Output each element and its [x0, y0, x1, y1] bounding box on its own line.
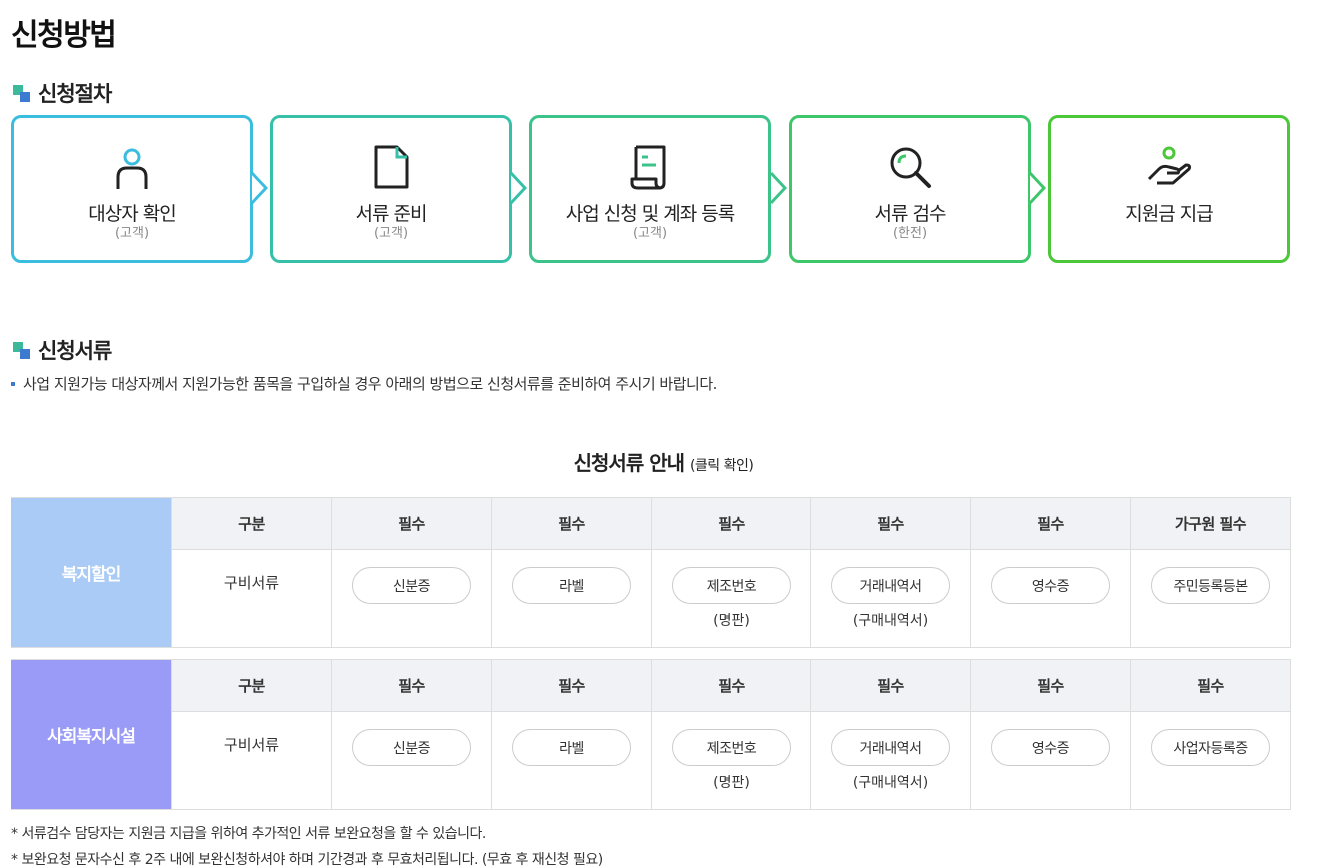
step-subsidy-payment: 지원금 지급 [1048, 115, 1290, 263]
header-cell: 필수 [810, 660, 970, 711]
step-target-check: 대상자 확인 (고객) [11, 115, 253, 263]
doc-sub-text: (명판) [713, 613, 750, 629]
step-actor: (한전) [892, 226, 928, 241]
magnifier-icon [890, 147, 931, 188]
section-title-procedure-label: 신청절차 [38, 82, 112, 106]
doc-cell: 영수증 [970, 712, 1130, 809]
table-body-row: 구비서류 신분증 라벨 제조번호 (명판) 거래내역서 (구매내역서) 영수증 … [171, 550, 1291, 647]
doc-cell: 신분증 [331, 550, 491, 647]
doc-button-id-card[interactable]: 신분증 [352, 567, 471, 604]
header-cell: 필수 [651, 498, 811, 549]
header-cell: 구분 [171, 660, 331, 711]
step-actor: (고객) [114, 226, 150, 241]
doc-cell: 신분증 [331, 712, 491, 809]
document-icon [374, 145, 409, 189]
header-cell: 필수 [810, 498, 970, 549]
step-document-prep: 서류 준비 (고객) [270, 115, 512, 263]
section-square-icon [13, 84, 30, 102]
doc-button-serial-number[interactable]: 제조번호 [672, 729, 791, 766]
doc-cell: 거래내역서 (구매내역서) [810, 550, 970, 647]
doc-cell: 거래내역서 (구매내역서) [810, 712, 970, 809]
doc-button-business-registration[interactable]: 사업자등록증 [1151, 729, 1270, 766]
doc-button-transaction[interactable]: 거래내역서 [831, 567, 950, 604]
header-cell: 필수 [651, 660, 811, 711]
doc-cell: 라벨 [491, 712, 651, 809]
description-text: 사업 지원가능 대상자께서 지원가능한 품목을 구입하실 경우 아래의 방법으로… [23, 375, 717, 393]
doc-button-transaction[interactable]: 거래내역서 [831, 729, 950, 766]
table-caption-main: 신청서류 안내 [573, 451, 685, 475]
doc-cell: 영수증 [970, 550, 1130, 647]
table-body-row: 구비서류 신분증 라벨 제조번호 (명판) 거래내역서 (구매내역서) 영수증 … [171, 712, 1291, 809]
step-actor: (고객) [632, 226, 668, 241]
table-category: 복지할인 [11, 498, 171, 647]
documents-table-social-facility: 사회복지시설 구분 필수 필수 필수 필수 필수 필수 구비서류 신분증 라벨 … [11, 659, 1291, 810]
table-category: 사회복지시설 [11, 660, 171, 809]
header-cell: 필수 [970, 660, 1130, 711]
doc-cell: 사업자등록증 [1130, 712, 1290, 809]
bullet-icon [11, 381, 15, 386]
step-document-review: 서류 검수 (한전) [789, 115, 1031, 263]
doc-button-id-card[interactable]: 신분증 [352, 729, 471, 766]
scroll-icon [630, 145, 666, 190]
doc-button-receipt[interactable]: 영수증 [991, 729, 1110, 766]
hand-coin-icon [1147, 146, 1192, 185]
header-cell: 필수 [970, 498, 1130, 549]
step-actor: (고객) [373, 226, 409, 241]
table-header-row: 구분 필수 필수 필수 필수 필수 가구원 필수 [171, 498, 1291, 550]
doc-sub-text: (명판) [713, 775, 750, 791]
documents-table-welfare: 복지할인 구분 필수 필수 필수 필수 필수 가구원 필수 구비서류 신분증 라… [11, 497, 1291, 648]
process-steps: 대상자 확인 (고객) 서류 준비 (고객) 사업 신청 및 계좌 등록 (고객… [11, 115, 1293, 263]
section-title-documents: 신청서류 [13, 335, 112, 365]
doc-button-receipt[interactable]: 영수증 [991, 567, 1110, 604]
row-label-cell: 구비서류 [171, 550, 331, 647]
step-arrow-icon [1028, 172, 1046, 204]
step-arrow-icon [250, 172, 268, 204]
doc-cell: 제조번호 (명판) [651, 550, 811, 647]
doc-sub-text: (구매내역서) [852, 775, 929, 791]
section-description: 사업 지원가능 대상자께서 지원가능한 품목을 구입하실 경우 아래의 방법으로… [11, 373, 717, 394]
person-icon [116, 148, 148, 189]
header-cell: 필수 [1130, 660, 1290, 711]
doc-cell: 라벨 [491, 550, 651, 647]
step-apply-register: 사업 신청 및 계좌 등록 (고객) [529, 115, 771, 263]
doc-button-label[interactable]: 라벨 [512, 729, 631, 766]
header-cell: 가구원 필수 [1130, 498, 1290, 549]
header-cell: 필수 [331, 498, 491, 549]
section-title-procedure: 신청절차 [13, 78, 112, 108]
doc-sub-text: (구매내역서) [852, 613, 929, 629]
table-caption-sub: (클릭 확인) [689, 458, 754, 474]
row-label: 구비서류 [223, 574, 280, 592]
section-title-documents-label: 신청서류 [38, 339, 112, 363]
note-text: * 서류검수 담당자는 지원금 지급을 위하여 추가적인 서류 보완요청을 할 … [11, 826, 486, 842]
step-arrow-icon [509, 172, 527, 204]
header-cell: 필수 [491, 498, 651, 549]
page-title: 신청방법 [11, 18, 117, 53]
step-label: 지원금 지급 [1125, 203, 1213, 225]
doc-button-serial-number[interactable]: 제조번호 [672, 567, 791, 604]
table-header-row: 구분 필수 필수 필수 필수 필수 필수 [171, 660, 1291, 712]
doc-cell: 제조번호 (명판) [651, 712, 811, 809]
note-text: * 보완요청 문자수신 후 2주 내에 보완신청하셔야 하며 기간경과 후 무효… [11, 852, 603, 868]
row-label-cell: 구비서류 [171, 712, 331, 809]
doc-button-resident-register[interactable]: 주민등록등본 [1151, 567, 1270, 604]
doc-cell: 주민등록등본 [1130, 550, 1290, 647]
header-cell: 필수 [331, 660, 491, 711]
section-square-icon [13, 341, 30, 359]
row-label: 구비서류 [223, 736, 280, 754]
doc-button-label[interactable]: 라벨 [512, 567, 631, 604]
table-caption: 신청서류 안내 (클릭 확인) [0, 447, 1327, 476]
step-arrow-icon [769, 172, 787, 204]
header-cell: 필수 [491, 660, 651, 711]
header-cell: 구분 [171, 498, 331, 549]
